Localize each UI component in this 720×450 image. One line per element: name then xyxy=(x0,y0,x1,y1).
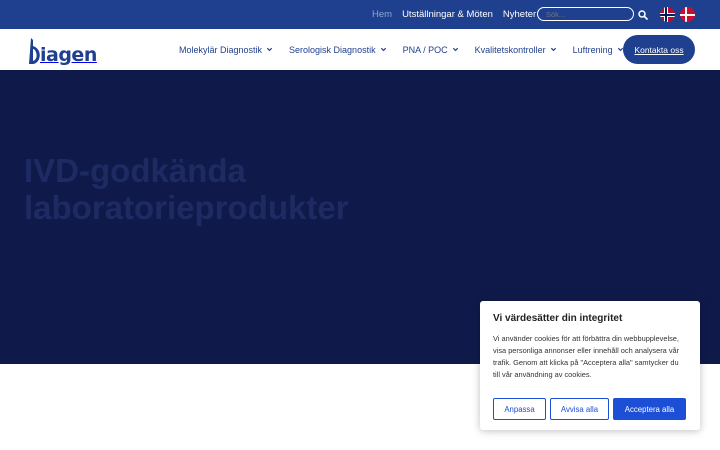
chevron-down-icon xyxy=(380,47,386,52)
logo-mark-icon xyxy=(29,38,40,64)
contact-button[interactable]: Kontakta oss xyxy=(623,35,695,64)
chevron-down-icon xyxy=(550,47,556,52)
nav-molecular-diagnostics[interactable]: Molekylär Diagnostik xyxy=(179,45,273,55)
norway-flag-icon[interactable] xyxy=(660,7,675,22)
main-nav: Molekylär Diagnostik Serologisk Diagnost… xyxy=(179,29,640,70)
diagen-logo[interactable]: iagen xyxy=(27,35,97,65)
nav-quality-controls[interactable]: Kvalitetskontroller xyxy=(475,45,557,55)
top-bar: Hem Utställningar & Möten Nyheter xyxy=(0,0,720,29)
top-nav: Hem Utställningar & Möten Nyheter xyxy=(372,0,546,29)
nav-label: Serologisk Diagnostik xyxy=(289,44,376,55)
main-header: iagen Molekylär Diagnostik Serologisk Di… xyxy=(0,29,720,70)
nav-label: Luftrening xyxy=(572,44,613,55)
nav-serological-diagnostics[interactable]: Serologisk Diagnostik xyxy=(289,45,387,55)
reject-all-button[interactable]: Avvisa alla xyxy=(550,398,609,420)
top-nav-news[interactable]: Nyheter xyxy=(503,9,536,20)
search-input[interactable] xyxy=(537,7,634,21)
top-nav-exhibitions[interactable]: Utställningar & Möten xyxy=(402,9,493,20)
top-nav-home[interactable]: Hem xyxy=(372,9,392,20)
nav-label: Kvalitetskontroller xyxy=(474,44,546,55)
chevron-down-icon xyxy=(452,47,458,52)
cookie-title: Vi värdesätter din integritet xyxy=(493,313,623,324)
hero-title: IVD-godkända laboratorieprodukter xyxy=(24,152,349,226)
nav-label: Molekylär Diagnostik xyxy=(179,44,263,55)
cookie-buttons: Anpassa Avvisa alla Acceptera alla xyxy=(493,398,690,420)
accept-all-button[interactable]: Acceptera alla xyxy=(613,398,686,420)
logo-text: iagen xyxy=(40,44,97,66)
search-icon[interactable] xyxy=(637,8,649,20)
cookie-consent-dialog: Vi värdesätter din integritet Vi använde… xyxy=(480,301,700,430)
chevron-down-icon xyxy=(266,47,273,52)
nav-pna-poc[interactable]: PNA / POC xyxy=(403,45,459,55)
denmark-flag-icon[interactable] xyxy=(680,7,695,22)
customize-button[interactable]: Anpassa xyxy=(493,398,546,420)
cookie-body: Vi använder cookies för att förbättra di… xyxy=(493,334,680,379)
nav-label: PNA / POC xyxy=(402,44,448,55)
nav-air-purification[interactable]: Luftrening xyxy=(573,45,624,55)
